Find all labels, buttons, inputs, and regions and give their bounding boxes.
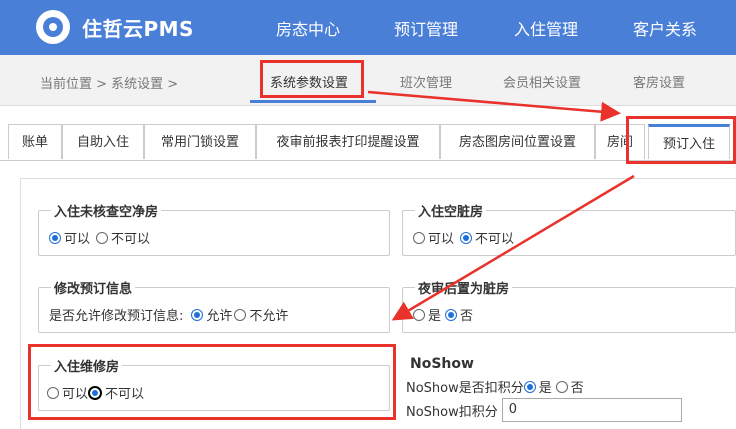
annotation-arrows: [367, 90, 635, 321]
arrow-to-booking-tab: [367, 90, 621, 122]
arrow-to-maintenance-group: [391, 174, 635, 321]
